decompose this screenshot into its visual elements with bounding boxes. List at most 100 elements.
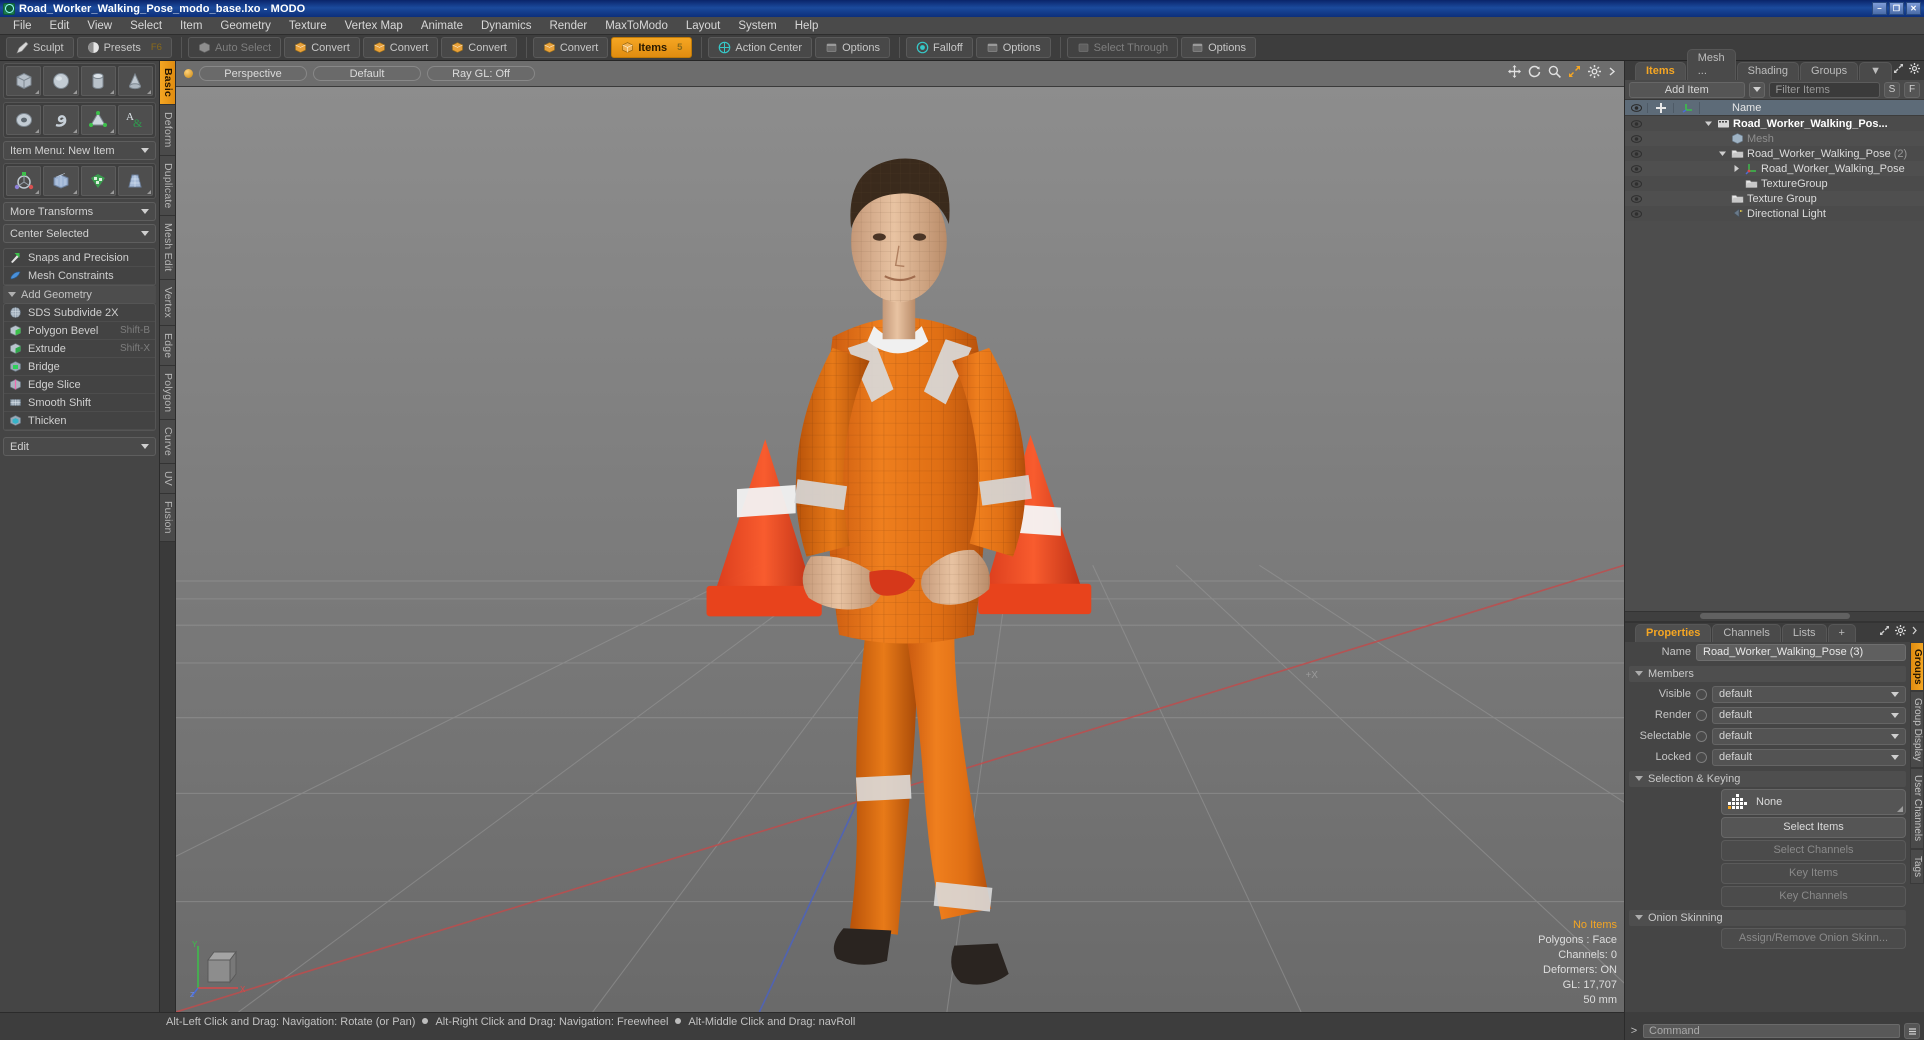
- triangle-verts-icon[interactable]: [80, 105, 116, 135]
- view-mode-selector[interactable]: Perspective: [199, 66, 307, 81]
- item-row[interactable]: Mesh: [1625, 131, 1924, 146]
- taper-icon[interactable]: [117, 166, 153, 196]
- move-view-icon[interactable]: [1508, 64, 1521, 83]
- properties-tab-properties[interactable]: Properties: [1635, 623, 1712, 642]
- maximize-button[interactable]: ❐: [1889, 2, 1904, 15]
- item-row[interactable]: Texture Group: [1625, 191, 1924, 206]
- properties-side-tab-user-channels[interactable]: User Channels: [1910, 768, 1924, 849]
- member-enable-knob[interactable]: [1696, 688, 1707, 700]
- menu-item-system[interactable]: System: [729, 18, 785, 34]
- add-item-dropdown-icon[interactable]: [1748, 81, 1765, 98]
- command-history-button[interactable]: [1904, 1023, 1920, 1039]
- member-enable-knob[interactable]: [1696, 709, 1707, 721]
- menu-item-file[interactable]: File: [4, 18, 41, 34]
- item-row[interactable]: TextureGroup: [1625, 176, 1924, 191]
- onion-skinning-header[interactable]: Onion Skinning: [1629, 909, 1906, 926]
- transform-gizmo-icon[interactable]: [6, 166, 42, 196]
- toolbar-convert-button[interactable]: Convert: [441, 37, 517, 58]
- item-name-cell[interactable]: Directional Light: [1699, 207, 1924, 220]
- gear-icon[interactable]: [1909, 61, 1920, 79]
- items-tab-mesh-[interactable]: Mesh ...: [1686, 49, 1736, 80]
- key-items-button[interactable]: Key Items: [1721, 862, 1906, 884]
- zoom-view-icon[interactable]: [1548, 65, 1561, 83]
- raygl-selector[interactable]: Ray GL: Off: [427, 66, 535, 81]
- spiral-icon[interactable]: [43, 105, 79, 135]
- tool-tab-mesh-edit[interactable]: Mesh Edit: [160, 216, 175, 280]
- item-visibility-toggle[interactable]: [1625, 209, 1647, 218]
- menu-item-texture[interactable]: Texture: [280, 18, 336, 34]
- geometry-item-bridge[interactable]: Bridge: [4, 358, 155, 376]
- tool-tab-deform[interactable]: Deform: [160, 105, 175, 156]
- tool-tab-duplicate[interactable]: Duplicate: [160, 155, 175, 217]
- more-transforms-dropdown[interactable]: More Transforms: [3, 202, 156, 221]
- tool-tab-vertex[interactable]: Vertex: [160, 279, 175, 326]
- toolbar-presets-button[interactable]: Presets F6: [76, 37, 172, 58]
- geometry-item-sds-subdivide-2x[interactable]: SDS Subdivide 2X: [4, 304, 155, 322]
- axis-gizmo[interactable]: Y X Z: [190, 940, 248, 998]
- viewport-menu-dot[interactable]: [184, 69, 193, 78]
- toolbar-falloff-button[interactable]: Falloff: [905, 37, 973, 58]
- toolbar-options-button[interactable]: Options: [975, 37, 1051, 58]
- members-section-header[interactable]: Members: [1629, 665, 1906, 682]
- cube-icon[interactable]: [6, 66, 42, 96]
- expand-panel-icon[interactable]: [1893, 61, 1904, 79]
- item-visibility-toggle[interactable]: [1625, 164, 1647, 173]
- settings-icon[interactable]: [1588, 64, 1601, 83]
- member-enable-knob[interactable]: [1696, 730, 1707, 742]
- menu-item-vertex-map[interactable]: Vertex Map: [336, 18, 412, 34]
- menu-item-item[interactable]: Item: [171, 18, 211, 34]
- item-row[interactable]: Road_Worker_Walking_Pose (2): [1625, 146, 1924, 161]
- filter-items-input[interactable]: Filter Items: [1768, 81, 1880, 98]
- menu-item-edit[interactable]: Edit: [41, 18, 79, 34]
- viewport-3d[interactable]: +X Y X Z No Items Polygons : Face Channe…: [176, 87, 1624, 1012]
- item-row[interactable]: Road_Worker_Walking_Pose: [1625, 161, 1924, 176]
- tool-tab-uv[interactable]: UV: [160, 464, 175, 495]
- geometry-item-edge-slice[interactable]: Edge Slice: [4, 376, 155, 394]
- gear-icon[interactable]: [1895, 623, 1906, 641]
- item-visibility-toggle[interactable]: [1625, 134, 1647, 143]
- menu-item-animate[interactable]: Animate: [412, 18, 472, 34]
- road-worker-model[interactable]: [704, 124, 1095, 994]
- tool-item-snaps-and-precision[interactable]: Snaps and Precision: [4, 249, 155, 267]
- item-row[interactable]: Directional Light: [1625, 206, 1924, 221]
- menu-item-layout[interactable]: Layout: [677, 18, 730, 34]
- item-visibility-toggle[interactable]: [1625, 179, 1647, 188]
- item-name-cell[interactable]: Road_Worker_Walking_Pose: [1699, 162, 1924, 175]
- toolbar-options-button[interactable]: Options: [815, 37, 890, 58]
- shading-selector[interactable]: Default: [313, 66, 421, 81]
- items-tab-groups[interactable]: Groups: [1800, 62, 1859, 80]
- toolbar-select-through-button[interactable]: Select Through: [1066, 37, 1179, 58]
- tool-tab-fusion[interactable]: Fusion: [160, 494, 175, 543]
- member-value-select[interactable]: default: [1712, 748, 1906, 766]
- menu-item-maxtomodo[interactable]: MaxToModo: [596, 18, 677, 34]
- command-input[interactable]: Command: [1643, 1024, 1900, 1038]
- geometry-item-polygon-bevel[interactable]: Polygon Bevel Shift-B: [4, 322, 155, 340]
- tree-expander-open[interactable]: [1705, 118, 1714, 130]
- properties-tab--[interactable]: +: [1827, 623, 1856, 642]
- item-name-cell[interactable]: TextureGroup: [1699, 177, 1924, 190]
- items-tab-shading[interactable]: Shading: [1736, 62, 1800, 80]
- selection-mode-combo[interactable]: None: [1721, 788, 1906, 815]
- items-tab-overflow[interactable]: ▼: [1859, 62, 1892, 80]
- properties-tab-channels[interactable]: Channels: [1712, 623, 1781, 642]
- close-button[interactable]: ✕: [1906, 2, 1921, 15]
- chevron-right-icon[interactable]: [1911, 623, 1918, 641]
- menu-item-select[interactable]: Select: [121, 18, 171, 34]
- add-geometry-header[interactable]: Add Geometry: [3, 286, 156, 303]
- select-channels-button[interactable]: Select Channels: [1721, 839, 1906, 861]
- selection-keying-header[interactable]: Selection & Keying: [1629, 770, 1906, 787]
- member-value-select[interactable]: default: [1712, 706, 1906, 724]
- menu-item-view[interactable]: View: [78, 18, 121, 34]
- properties-side-tab-group-display[interactable]: Group Display: [1910, 691, 1924, 769]
- toolbar-convert-button[interactable]: Convert: [532, 37, 609, 58]
- add-item-button[interactable]: Add Item: [1629, 81, 1745, 98]
- tool-tab-polygon[interactable]: Polygon: [160, 366, 175, 421]
- toolbar-action-center-button[interactable]: Action Center: [708, 37, 813, 58]
- filter-s-button[interactable]: S: [1884, 81, 1900, 98]
- torus-icon[interactable]: [6, 105, 42, 135]
- select-items-button[interactable]: Select Items: [1721, 816, 1906, 838]
- toolbar-items-button[interactable]: Items 5: [611, 37, 693, 58]
- properties-side-tab-tags[interactable]: Tags: [1910, 848, 1924, 884]
- member-value-select[interactable]: default: [1712, 727, 1906, 745]
- item-visibility-toggle[interactable]: [1625, 149, 1647, 158]
